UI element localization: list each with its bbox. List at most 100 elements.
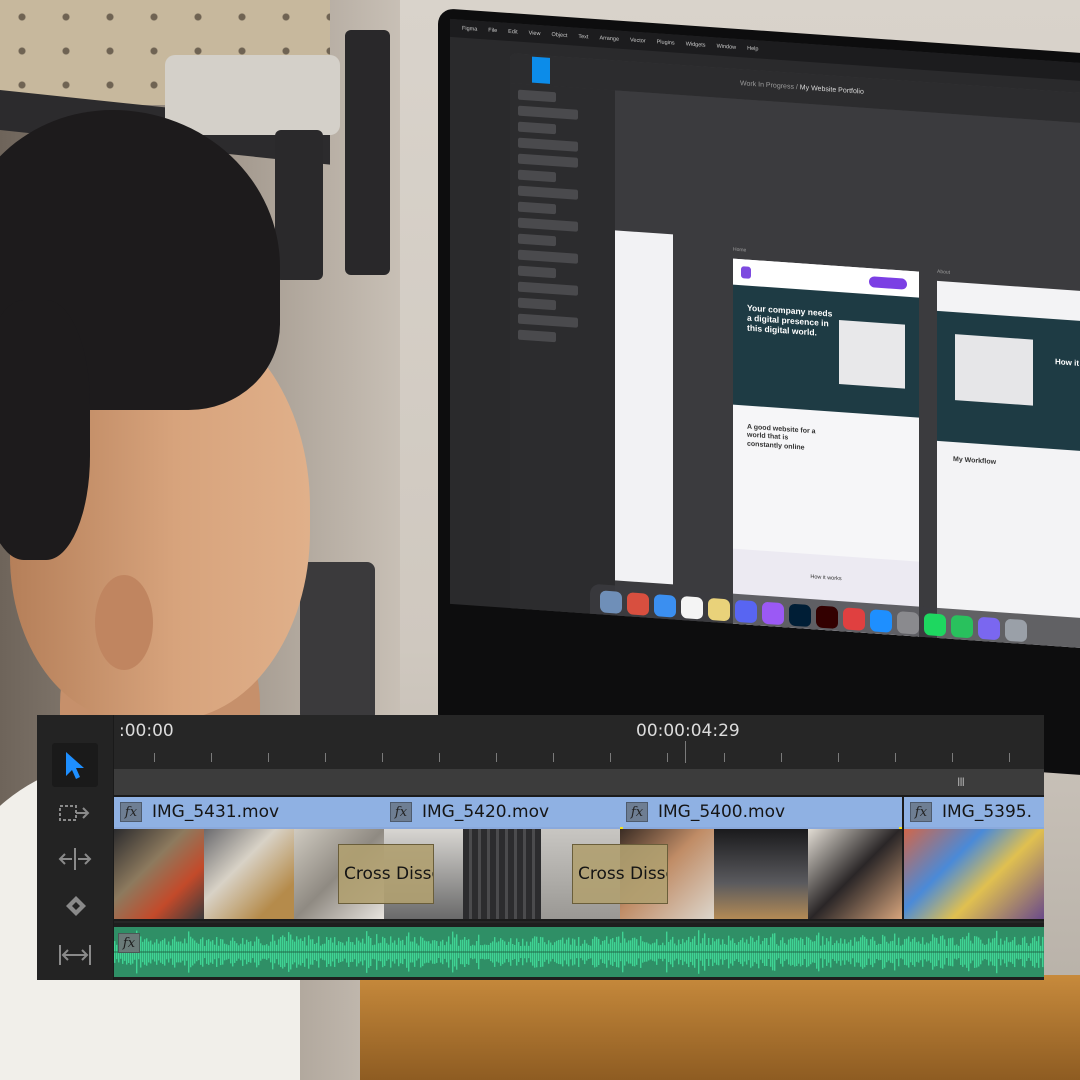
time-ruler[interactable] [114,741,1044,769]
thumbnail [204,829,294,919]
spotify-icon[interactable] [924,612,946,637]
arrow-cursor-icon [66,752,84,779]
figma-canvas[interactable]: Home Your company needs a digital presen… [615,90,1080,652]
layer-row[interactable] [518,153,578,168]
transition-label: Cross Disso [344,864,434,884]
ruler-tick [211,753,212,762]
video-clip[interactable]: fx IMG_5395. [904,797,1044,919]
layer-row[interactable] [518,297,556,311]
ruler-tick [838,753,839,762]
thumbnail [714,829,808,919]
layer-row[interactable] [518,313,578,328]
illustrator-icon[interactable] [816,605,838,629]
layer-row[interactable] [518,265,556,279]
safari-compass-icon[interactable] [843,607,865,631]
menubar-item[interactable]: Figma [462,26,477,33]
layer-row[interactable] [518,137,578,152]
ruler-tick [610,753,611,762]
layer-row[interactable] [518,201,556,215]
messenger-icon[interactable] [762,601,784,626]
layer-row[interactable] [518,185,578,200]
work-area-bar[interactable]: III [114,769,1044,795]
hero-image [839,320,905,389]
layer-row[interactable] [518,233,556,247]
mobile-frame[interactable] [615,230,673,585]
timecode-playhead: 00:00:04:29 [636,721,740,741]
monitor-screen: Figma File Edit View Object Text Arrange Vector… [450,18,1080,652]
slip-tool-button[interactable] [52,933,98,977]
video-editor-timeline: :00:00 00:00:04:29 III fx IMG_5431.mov f… [37,715,1044,980]
notion-icon[interactable] [681,595,703,620]
layer-row[interactable] [518,169,556,183]
file-breadcrumb[interactable]: Work In Progress / My Website Portfolio [740,80,864,96]
ruler-tick [496,753,497,762]
file-name: My Website Portfolio [799,84,864,96]
frame-label-about: About [937,268,951,276]
clip-name: IMG_5420.mov [422,802,550,822]
clip-thumbnails [904,829,1044,919]
notes-icon[interactable] [708,597,730,622]
discord-icon[interactable] [735,599,757,624]
ruler-tick [382,753,383,762]
home-frame[interactable]: Your company needs a digital presence in… [733,258,919,652]
tools-panel [37,715,114,980]
figma-window: Work In Progress / My Website Portfolio [510,53,1080,652]
monitor: Figma File Edit View Object Text Arrange Vector… [438,8,1080,779]
menubar-item[interactable]: Edit [508,29,517,36]
about-hero: How it w [937,310,1080,455]
fx-badge[interactable]: fx [390,802,412,822]
clip-label: fx IMG_5431.mov [114,797,384,827]
menubar-item[interactable]: View [529,30,541,37]
person-ear [95,575,153,670]
menubar-item[interactable]: Arrange [599,35,619,42]
safari-icon[interactable] [654,594,676,618]
app-store-icon[interactable] [870,609,892,633]
work-area-grip[interactable]: III [957,775,965,789]
clip-name: IMG_5395. [942,802,1033,822]
layer-row[interactable] [518,281,578,296]
viber-icon[interactable] [978,616,1000,641]
audio-clip[interactable]: fx [114,927,1044,977]
menubar-item[interactable]: Object [551,32,567,39]
cross-dissolve-transition[interactable]: Cross Disso [338,844,434,904]
fx-badge[interactable]: fx [120,802,142,822]
menubar-item[interactable]: Help [747,46,758,53]
messages-icon[interactable] [951,614,973,639]
track-select-tool-button[interactable] [52,791,98,835]
layer-row[interactable] [518,105,578,120]
fx-badge[interactable]: fx [118,933,140,953]
fx-badge[interactable]: fx [910,802,932,822]
hero-headline: Your company needs a digital presence in… [747,302,833,338]
launchpad-icon[interactable] [627,592,649,616]
layer-row[interactable] [518,121,556,135]
move-tool-button[interactable] [532,56,550,84]
ruler-tick [724,753,725,762]
ruler-tick [553,753,554,762]
razor-tool-button[interactable] [52,885,98,929]
ripple-edit-tool-button[interactable] [52,837,98,881]
monitor-arm-clamp [275,130,323,280]
finder-icon[interactable] [600,590,622,614]
hero-section: Your company needs a digital presence in… [733,284,919,418]
settings-icon[interactable] [897,611,919,635]
photoshop-icon[interactable] [789,603,811,628]
fx-badge[interactable]: fx [626,802,648,822]
menubar-item[interactable]: Window [717,43,737,50]
menubar-item[interactable]: Text [578,34,588,41]
selection-tool-button[interactable] [52,743,98,787]
menubar-item[interactable]: Plugins [657,39,675,46]
timeline-area[interactable]: :00:00 00:00:04:29 III fx IMG_5431.mov f… [114,715,1044,980]
layer-row[interactable] [518,89,556,103]
cross-dissolve-transition[interactable]: Cross Disso [572,844,668,904]
timecode-start: :00:00 [119,721,174,741]
audio-track: fx [114,923,1044,980]
layer-row[interactable] [518,249,578,264]
menubar-item[interactable]: Widgets [686,41,706,48]
ruler-tick [439,753,440,762]
menubar-item[interactable]: Vector [630,37,646,44]
layer-row[interactable] [518,217,578,232]
layer-row[interactable] [518,329,556,343]
about-frame[interactable]: How it w My Workflow [937,280,1080,652]
trash-icon[interactable] [1005,618,1027,643]
menubar-item[interactable]: File [488,28,497,35]
